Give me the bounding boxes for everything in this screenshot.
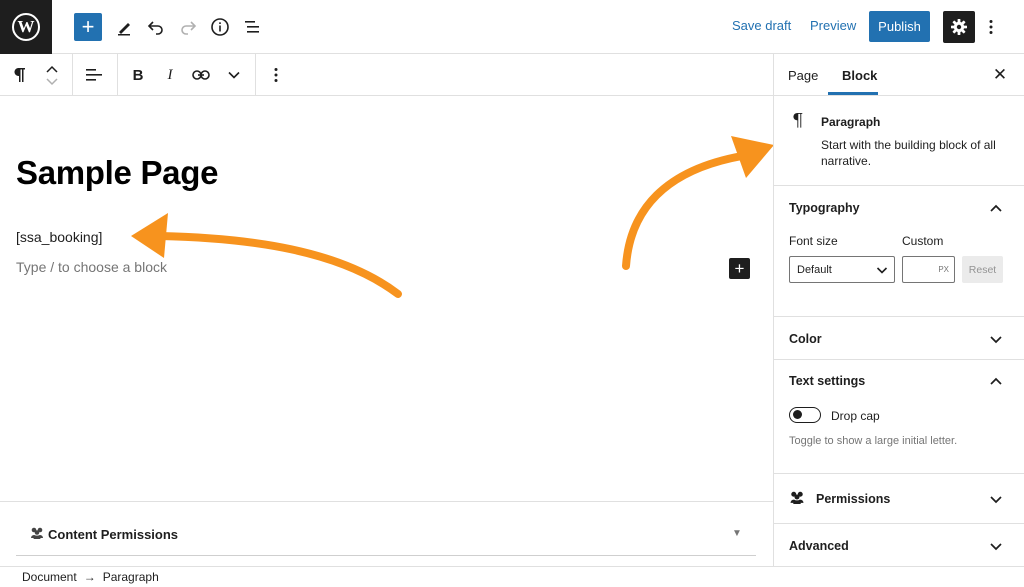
tab-block[interactable]: Block (842, 68, 877, 83)
permissions-panel-toggle[interactable]: Permissions (774, 477, 1024, 521)
block-options-icon[interactable] (268, 62, 284, 88)
toolbar-divider (255, 54, 256, 96)
panel-divider (774, 473, 1024, 474)
custom-size-input[interactable]: PX (902, 256, 955, 283)
more-options-icon[interactable] (984, 14, 998, 40)
close-icon[interactable]: ✕ (990, 65, 1010, 85)
block-placeholder[interactable]: Type / to choose a block (16, 259, 167, 275)
paragraph-icon: ¶ (792, 110, 804, 131)
text-settings-title: Text settings (789, 374, 866, 388)
breadcrumb-document[interactable]: Document (22, 570, 77, 584)
metabox-divider (0, 501, 773, 502)
post-title[interactable]: Sample Page (16, 154, 218, 192)
redo-icon[interactable] (175, 14, 201, 40)
breadcrumb-paragraph[interactable]: Paragraph (103, 570, 159, 584)
chevron-down-icon (990, 496, 1002, 504)
text-settings-panel-toggle[interactable]: Text settings (774, 359, 1024, 403)
tab-page[interactable]: Page (788, 68, 818, 83)
chevron-down-icon (990, 336, 1002, 344)
color-panel-toggle[interactable]: Color (774, 317, 1024, 361)
inline-add-block-button[interactable]: + (729, 258, 750, 279)
advanced-title: Advanced (789, 539, 849, 553)
top-toolbar: W + Save draft Preview Publish (0, 0, 1024, 54)
chevron-up-icon (990, 377, 1002, 385)
unit-label: PX (938, 265, 949, 274)
advanced-panel-toggle[interactable]: Advanced (774, 524, 1024, 568)
list-view-icon[interactable] (239, 14, 265, 40)
sidebar-tabs: Page Block ✕ (774, 54, 1024, 96)
drop-cap-toggle[interactable] (789, 407, 821, 423)
font-size-value: Default (797, 263, 832, 276)
block-card-title: Paragraph (821, 115, 881, 129)
arrowhead-right (731, 136, 774, 178)
italic-icon[interactable]: I (160, 62, 180, 88)
drop-cap-help: Toggle to show a large initial letter. (789, 435, 958, 447)
settings-sidebar: Page Block ✕ ¶ Paragraph Start with the … (773, 54, 1024, 566)
content-permissions-title: Content Permissions (48, 527, 179, 542)
drop-cap-label: Drop cap (831, 409, 880, 423)
arrowhead-left (131, 213, 168, 258)
link-icon[interactable] (190, 62, 212, 88)
users-icon (31, 527, 43, 539)
block-toolbar: B I (0, 54, 773, 96)
publish-button[interactable]: Publish (869, 11, 930, 42)
toolbar-divider (72, 54, 73, 96)
save-draft-button[interactable]: Save draft (732, 18, 791, 33)
arrow-to-shortcode (156, 232, 402, 298)
content-permissions-panel[interactable]: Content Permissions ▼ (16, 514, 756, 556)
breadcrumb-separator: → (83, 570, 96, 584)
color-title: Color (789, 332, 822, 346)
reset-button[interactable]: Reset (962, 256, 1003, 283)
chevron-down-icon (876, 267, 888, 274)
wordpress-logo[interactable]: W (0, 0, 52, 54)
paragraph-icon[interactable] (8, 62, 30, 88)
permissions-title: Permissions (816, 492, 891, 506)
chevron-down-icon[interactable] (225, 62, 243, 88)
font-size-select[interactable]: Default (789, 256, 895, 283)
caret-down-icon[interactable]: ▼ (732, 528, 742, 539)
toolbar-divider (117, 54, 118, 96)
custom-size-label: Custom (902, 234, 944, 248)
chevron-down-icon (990, 543, 1002, 551)
info-icon[interactable] (207, 14, 233, 40)
preview-button[interactable]: Preview (810, 18, 856, 33)
users-icon (790, 491, 804, 504)
move-up-down-icon[interactable] (44, 62, 60, 88)
settings-gear-button[interactable] (943, 11, 975, 43)
font-size-label: Font size (789, 234, 838, 248)
block-card: ¶ Paragraph Start with the building bloc… (774, 96, 1024, 186)
gear-icon (951, 19, 967, 35)
align-icon[interactable] (84, 62, 104, 88)
shortcode-paragraph[interactable]: [ssa_booking] (16, 229, 102, 245)
toggle-knob (793, 410, 802, 419)
chevron-up-icon (990, 204, 1002, 212)
edit-pencil-icon[interactable] (111, 14, 137, 40)
block-card-description: Start with the building block of all nar… (821, 138, 996, 168)
breadcrumb: Document → Paragraph (0, 566, 1024, 587)
typography-panel-toggle[interactable]: Typography (774, 186, 1024, 230)
wordpress-icon: W (12, 13, 40, 41)
typography-title: Typography (789, 201, 860, 215)
arrow-to-sidebar (622, 152, 746, 270)
add-block-button[interactable]: + (74, 13, 102, 41)
bold-icon[interactable]: B (128, 62, 148, 88)
undo-icon[interactable] (143, 14, 169, 40)
active-tab-indicator (828, 92, 878, 95)
